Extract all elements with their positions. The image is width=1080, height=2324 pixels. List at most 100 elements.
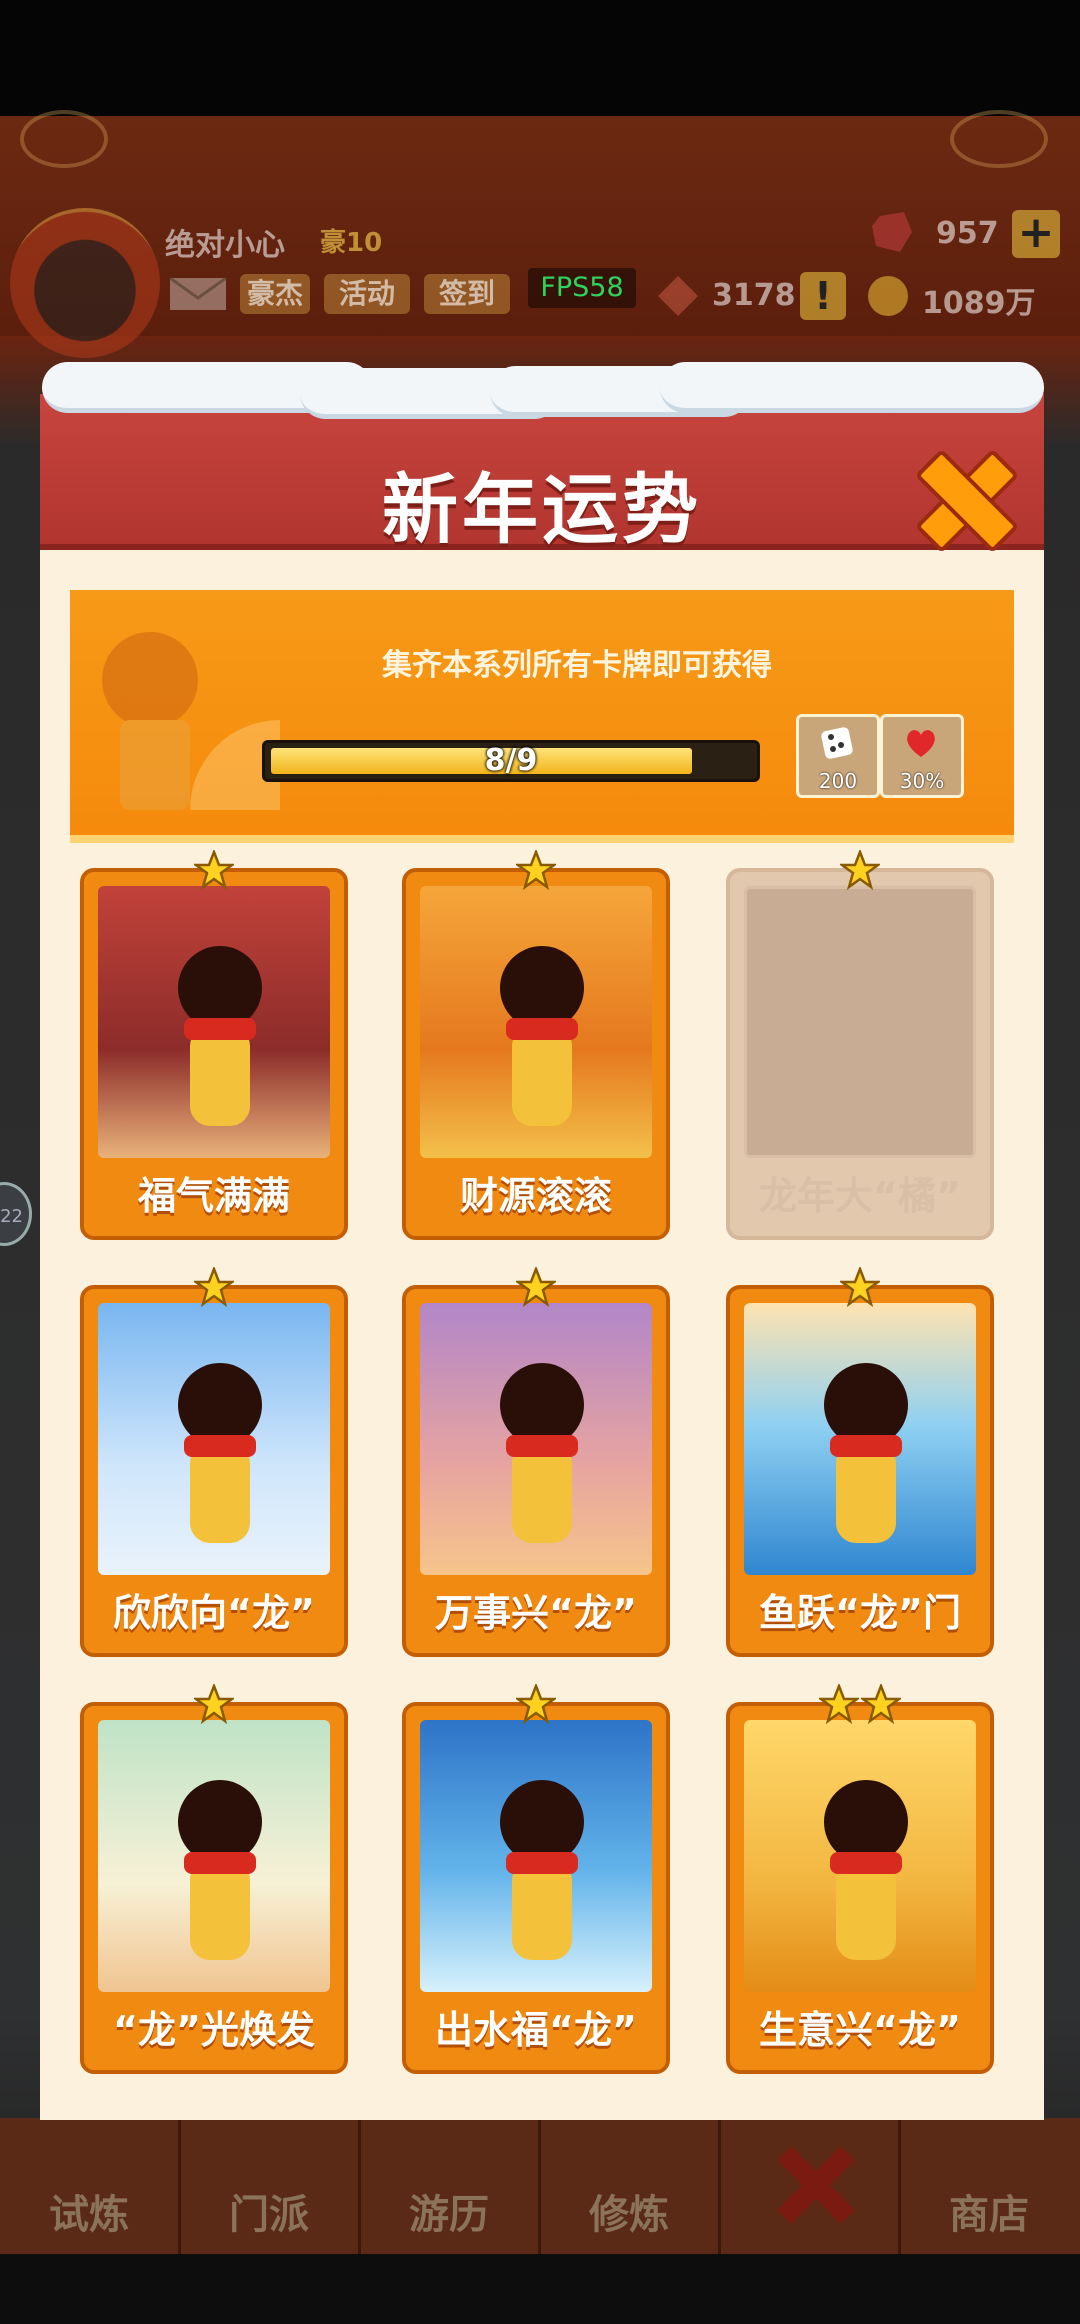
card-label: “龙”光焕发 — [113, 2008, 315, 2052]
banner-text: 集齐本系列所有卡牌即可获得 — [382, 648, 772, 683]
collection-card[interactable]: 生意兴“龙” — [726, 1684, 994, 2074]
character-body — [836, 1443, 896, 1543]
character-body — [190, 1860, 250, 1960]
character-body — [512, 1860, 572, 1960]
collection-card[interactable]: 出水福“龙” — [402, 1684, 670, 2074]
collection-card[interactable]: 万事兴“龙” — [402, 1267, 670, 1657]
card-illustration — [98, 1720, 330, 1992]
card-stars — [80, 850, 348, 890]
cloud-decoration — [20, 110, 108, 168]
star-icon — [516, 1684, 556, 1724]
character-body — [512, 1443, 572, 1543]
card-stars — [402, 1684, 670, 1724]
card-stars — [726, 850, 994, 890]
progress-label: 8/9 — [484, 743, 538, 778]
collection-card[interactable]: 龙年大“橘” — [726, 850, 994, 1240]
player-rank: 豪10 — [320, 228, 383, 258]
card-frame: “龙”光焕发 — [80, 1702, 348, 2074]
mail-icon[interactable] — [168, 274, 228, 314]
card-frame: 龙年大“橘” — [726, 868, 994, 1240]
card-stars — [80, 1267, 348, 1307]
modal-title: 新年运势 — [382, 465, 702, 554]
close-button[interactable] — [920, 452, 1010, 542]
red-scarf — [830, 1435, 902, 1457]
card-stars — [726, 1267, 994, 1307]
card-frame: 欣欣向“龙” — [80, 1285, 348, 1657]
card-label: 福气满满 — [137, 1174, 290, 1218]
card-illustration — [744, 1720, 976, 1992]
fps-counter: FPS58 — [528, 268, 636, 308]
collection-card[interactable]: 鱼跃“龙”门 — [726, 1267, 994, 1657]
nav-tab-trial[interactable]: 试炼 — [0, 2118, 181, 2254]
card-label: 欣欣向“龙” — [113, 1591, 315, 1635]
card-frame: 万事兴“龙” — [402, 1285, 670, 1657]
card-stars — [726, 1684, 994, 1724]
menu-button-events[interactable]: 活动 — [324, 274, 410, 314]
alert-button[interactable]: ! — [800, 272, 846, 320]
card-label: 出水福“龙” — [435, 2008, 637, 2052]
collection-card[interactable]: 欣欣向“龙” — [80, 1267, 348, 1657]
card-stars — [402, 1267, 670, 1307]
reward-heart-label: 30% — [899, 769, 945, 793]
red-scarf — [184, 1852, 256, 1874]
dice-icon — [821, 727, 853, 759]
star-icon — [861, 1684, 901, 1724]
card-label: 龙年大“橘” — [759, 1174, 961, 1218]
character-body — [190, 1443, 250, 1543]
menu-button-heroes[interactable]: 豪杰 — [240, 274, 310, 314]
card-stars — [402, 850, 670, 890]
card-frame: 出水福“龙” — [402, 1702, 670, 2074]
gold-coin-icon — [868, 276, 908, 316]
red-scarf — [184, 1018, 256, 1040]
nav-tab-shop[interactable]: 商店 — [900, 2118, 1078, 2254]
nav-tab-cultivate[interactable]: 修炼 — [540, 2118, 721, 2254]
star-icon — [819, 1684, 859, 1724]
collection-card[interactable]: 福气满满 — [80, 850, 348, 1240]
nav-tab-travel[interactable]: 游历 — [360, 2118, 541, 2254]
card-frame: 福气满满 — [80, 868, 348, 1240]
star-icon — [840, 1267, 880, 1307]
character-body — [190, 1026, 250, 1126]
reward-dice[interactable]: 200 — [796, 714, 880, 798]
nav-tab-sect[interactable]: 门派 — [180, 2118, 361, 2254]
add-gems-button[interactable]: + — [1012, 210, 1060, 258]
gem-count: 957 — [936, 216, 999, 251]
card-label: 鱼跃“龙”门 — [759, 1591, 961, 1635]
reward-heart[interactable]: 30% — [880, 714, 964, 798]
player-avatar[interactable] — [10, 208, 160, 358]
reward-dice-label: 200 — [818, 769, 858, 793]
card-label: 财源滚滚 — [459, 1174, 612, 1218]
card-illustration — [744, 1303, 976, 1575]
snow-decoration — [40, 362, 1044, 419]
card-illustration — [98, 1303, 330, 1575]
card-illustration — [420, 1720, 652, 1992]
card-frame: 鱼跃“龙”门 — [726, 1285, 994, 1657]
card-illustration — [420, 886, 652, 1158]
system-nav-area — [0, 2254, 1080, 2324]
gem-icon — [872, 212, 912, 252]
card-illustration — [98, 886, 330, 1158]
star-icon — [516, 1267, 556, 1307]
card-frame: 生意兴“龙” — [726, 1702, 994, 2074]
red-scarf — [506, 1852, 578, 1874]
red-scarf — [830, 1852, 902, 1874]
character-body — [836, 1860, 896, 1960]
star-icon — [516, 850, 556, 890]
star-icon — [840, 850, 880, 890]
heart-icon — [907, 730, 935, 757]
card-frame: 财源滚滚 — [402, 868, 670, 1240]
collection-card[interactable]: “龙”光焕发 — [80, 1684, 348, 2074]
ticket-count: 3178 — [712, 278, 796, 313]
menu-button-checkin[interactable]: 签到 — [424, 274, 510, 314]
gold-count: 1089万 — [922, 286, 1036, 321]
card-label: 万事兴“龙” — [435, 1591, 637, 1635]
close-icon — [780, 2150, 840, 2210]
star-icon — [194, 1684, 234, 1724]
status-bar-area — [0, 0, 1080, 116]
collection-progress-bar: 8/9 — [262, 740, 760, 782]
player-name: 绝对小心 — [165, 228, 285, 263]
card-label: 生意兴“龙” — [759, 2008, 961, 2052]
ticket-icon — [658, 276, 698, 316]
collection-card[interactable]: 财源滚滚 — [402, 850, 670, 1240]
star-icon — [194, 1267, 234, 1307]
